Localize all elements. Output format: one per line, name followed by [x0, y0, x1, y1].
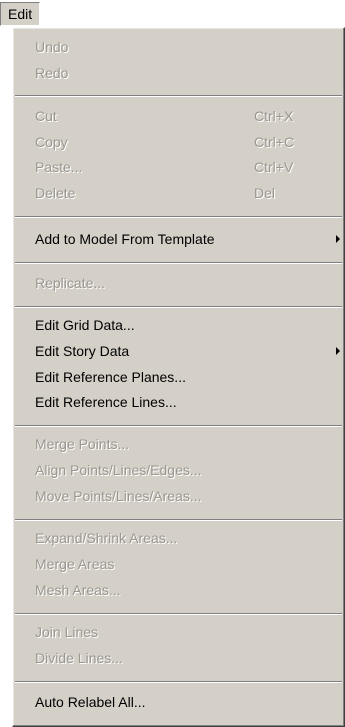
- menu-separator: [15, 306, 342, 308]
- menu-separator: [15, 425, 342, 427]
- menu-item-move-points-label: Move Points/Lines/Areas...: [35, 488, 202, 504]
- menu-item-align-points-label: Align Points/Lines/Edges...: [35, 462, 202, 478]
- menu-item-undo-label: Undo: [35, 39, 69, 55]
- submenu-arrow-icon: [336, 235, 340, 243]
- menu-item-paste-shortcut: Ctrl+V: [254, 159, 294, 175]
- menu-item-mesh-areas[interactable]: Mesh Areas...: [13, 577, 344, 603]
- menu-item-move-points[interactable]: Move Points/Lines/Areas...: [13, 483, 344, 509]
- menu-item-redo[interactable]: Redo: [13, 60, 344, 86]
- menu-item-paste-label: Paste...: [35, 159, 83, 175]
- menu-item-paste[interactable]: Paste... Ctrl+V: [13, 154, 344, 180]
- menu-item-merge-points[interactable]: Merge Points...: [13, 431, 344, 457]
- menu-item-edit-story-data[interactable]: Edit Story Data: [13, 338, 344, 364]
- menu-item-auto-relabel-all-label: Auto Relabel All...: [35, 694, 146, 710]
- menu-item-join-lines[interactable]: Join Lines: [13, 619, 344, 645]
- menu-item-merge-areas-label: Merge Areas: [35, 556, 115, 572]
- menu-item-divide-lines[interactable]: Divide Lines...: [13, 645, 344, 671]
- menu-item-replicate[interactable]: Replicate...: [13, 270, 344, 296]
- menu-item-undo[interactable]: Undo: [13, 34, 344, 60]
- menu-separator: [15, 262, 342, 264]
- menu-separator: [15, 216, 342, 218]
- menu-item-copy-shortcut: Ctrl+C: [254, 134, 295, 150]
- submenu-arrow-icon: [336, 347, 340, 355]
- menu-item-join-lines-label: Join Lines: [35, 624, 99, 640]
- menu-item-delete-label: Delete: [35, 185, 76, 201]
- menu-item-edit-reference-planes[interactable]: Edit Reference Planes...: [13, 364, 344, 390]
- menu-item-copy[interactable]: Copy Ctrl+C: [13, 129, 344, 155]
- menu-item-expand-shrink-areas-label: Expand/Shrink Areas...: [35, 530, 178, 546]
- menu-bar: Edit: [0, 0, 345, 27]
- menu-item-edit-reference-lines[interactable]: Edit Reference Lines...: [13, 389, 344, 415]
- menu-item-replicate-label: Replicate...: [35, 275, 106, 291]
- menu-item-edit-grid-data-label: Edit Grid Data...: [35, 317, 135, 333]
- menu-separator: [15, 613, 342, 615]
- menu-separator: [15, 519, 342, 521]
- menu-item-add-from-template-label: Add to Model From Template: [35, 231, 215, 247]
- menu-item-copy-label: Copy: [35, 134, 68, 150]
- menu-item-cut-label: Cut: [35, 108, 57, 124]
- menu-item-delete-shortcut: Del: [254, 185, 276, 201]
- menu-item-auto-relabel-all[interactable]: Auto Relabel All...: [13, 689, 344, 715]
- menu-item-expand-shrink-areas[interactable]: Expand/Shrink Areas...: [13, 525, 344, 551]
- menu-item-delete[interactable]: Delete Del: [13, 180, 344, 206]
- menu-item-redo-label: Redo: [35, 65, 69, 81]
- menu-item-add-from-template[interactable]: Add to Model From Template: [13, 226, 344, 252]
- menu-item-mesh-areas-label: Mesh Areas...: [35, 582, 121, 598]
- menu-item-edit-grid-data[interactable]: Edit Grid Data...: [13, 312, 344, 338]
- menu-separator: [15, 95, 342, 97]
- menu-item-merge-areas[interactable]: Merge Areas: [13, 551, 344, 577]
- menu-edit-title[interactable]: Edit: [0, 2, 40, 26]
- menu-item-cut[interactable]: Cut Ctrl+X: [13, 103, 344, 129]
- edit-menu-dropdown: Undo Redo Cut Ctrl+X Copy Ctrl+C Paste..…: [12, 27, 345, 727]
- menu-separator: [15, 681, 342, 683]
- menu-item-edit-story-data-label: Edit Story Data: [35, 343, 130, 359]
- menu-item-edit-reference-planes-label: Edit Reference Planes...: [35, 369, 186, 385]
- menu-item-merge-points-label: Merge Points...: [35, 436, 130, 452]
- menu-item-edit-reference-lines-label: Edit Reference Lines...: [35, 394, 177, 410]
- menu-item-divide-lines-label: Divide Lines...: [35, 650, 123, 666]
- menu-item-align-points[interactable]: Align Points/Lines/Edges...: [13, 457, 344, 483]
- menu-item-cut-shortcut: Ctrl+X: [254, 108, 294, 124]
